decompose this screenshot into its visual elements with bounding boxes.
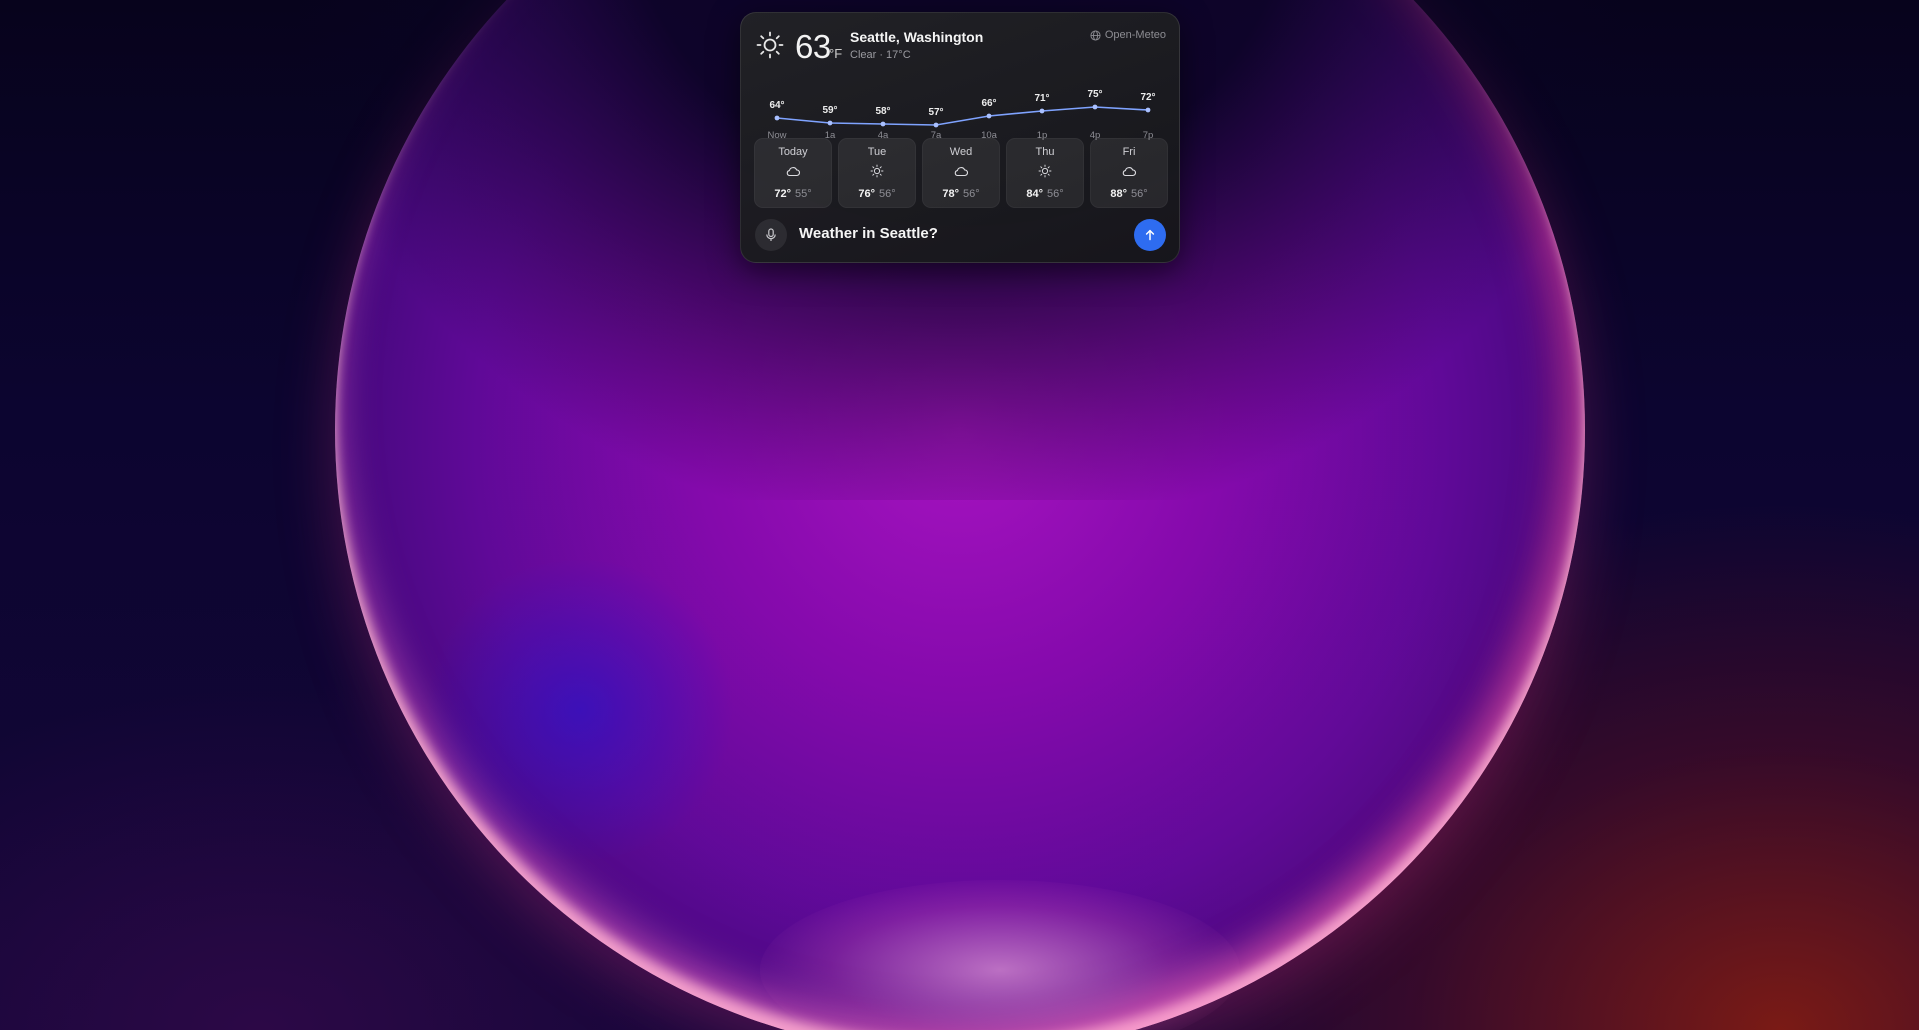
globe-icon: [1090, 29, 1101, 41]
hourly-temperature-line: [774, 104, 1151, 128]
temperature-unit: °F: [829, 46, 843, 61]
sun-icon: [869, 164, 885, 178]
day-temperatures: 84° 56°: [1007, 188, 1083, 200]
day-name: Wed: [949, 146, 973, 158]
data-source-link[interactable]: Open-Meteo: [1090, 29, 1166, 41]
microphone-icon: [766, 228, 776, 241]
day-high: 88°: [1110, 188, 1127, 200]
cloud-icon: [953, 164, 969, 178]
day-card-wed[interactable]: Wed 78° 56°: [922, 138, 1000, 208]
day-card-fri[interactable]: Fri 88° 56°: [1090, 138, 1168, 208]
day-name: Thu: [1035, 146, 1055, 158]
weather-widget: 63 °F Seattle, Washington Clear · 17°C O…: [740, 12, 1180, 263]
day-temperatures: 78° 56°: [923, 188, 999, 200]
hourly-temp-label: 64°: [769, 100, 785, 111]
day-low: 56°: [1131, 188, 1148, 200]
daily-forecast: Today 72° 55° Tue 76° 56° Wed 78° 56° Thu 84° 56° Fr…: [754, 138, 1168, 208]
hourly-temp-label: 58°: [875, 106, 891, 117]
day-high: 72°: [774, 188, 791, 200]
hourly-point: [986, 113, 992, 119]
cloud-icon: [785, 164, 801, 178]
hourly-temp-label: 57°: [928, 107, 944, 118]
hourly-point: [880, 121, 886, 127]
data-source-label: Open-Meteo: [1104, 29, 1166, 41]
hourly-temp-label: 72°: [1140, 92, 1156, 103]
day-temperatures: 76° 56°: [839, 188, 915, 200]
day-temperatures: 88° 56°: [1091, 188, 1167, 200]
day-card-thu[interactable]: Thu 84° 56°: [1006, 138, 1084, 208]
day-low: 55°: [795, 188, 812, 200]
hourly-point: [933, 122, 939, 128]
day-card-today[interactable]: Today 72° 55°: [754, 138, 832, 208]
current-condition: Clear · 17°C: [850, 49, 911, 61]
hourly-point: [1092, 104, 1098, 110]
day-low: 56°: [963, 188, 980, 200]
day-card-tue[interactable]: Tue 76° 56°: [838, 138, 916, 208]
microphone-button[interactable]: [755, 219, 787, 251]
hourly-forecast-chart: 64° Now 59° 1a 58° 4a 57° 7a 66° 10a 71° 1p 75° 4p 72°…: [741, 75, 1181, 145]
day-high: 76°: [858, 188, 875, 200]
arrow-up-icon: [1145, 229, 1155, 241]
hourly-point: [1145, 107, 1151, 113]
day-temperatures: 72° 55°: [755, 188, 831, 200]
day-high: 78°: [942, 188, 959, 200]
location-name: Seattle, Washington: [850, 29, 984, 45]
day-name: Fri: [1122, 146, 1136, 158]
sun-icon: [756, 31, 784, 59]
query-text[interactable]: Weather in Seattle?: [799, 225, 938, 242]
day-low: 56°: [879, 188, 896, 200]
day-name: Today: [778, 146, 808, 158]
hourly-point: [1039, 108, 1045, 114]
cloud-icon: [1121, 164, 1137, 178]
send-button[interactable]: [1134, 219, 1166, 251]
hourly-point: [774, 115, 780, 121]
day-name: Tue: [867, 146, 887, 158]
sun-icon: [1037, 164, 1053, 178]
hourly-temp-label: 71°: [1034, 93, 1050, 104]
day-low: 56°: [1047, 188, 1064, 200]
day-high: 84°: [1026, 188, 1043, 200]
hourly-point: [827, 120, 833, 126]
hourly-temp-label: 75°: [1087, 89, 1103, 100]
hourly-temp-label: 66°: [981, 98, 997, 109]
current-temperature: 63: [795, 28, 831, 65]
hourly-temp-label: 59°: [822, 105, 838, 116]
